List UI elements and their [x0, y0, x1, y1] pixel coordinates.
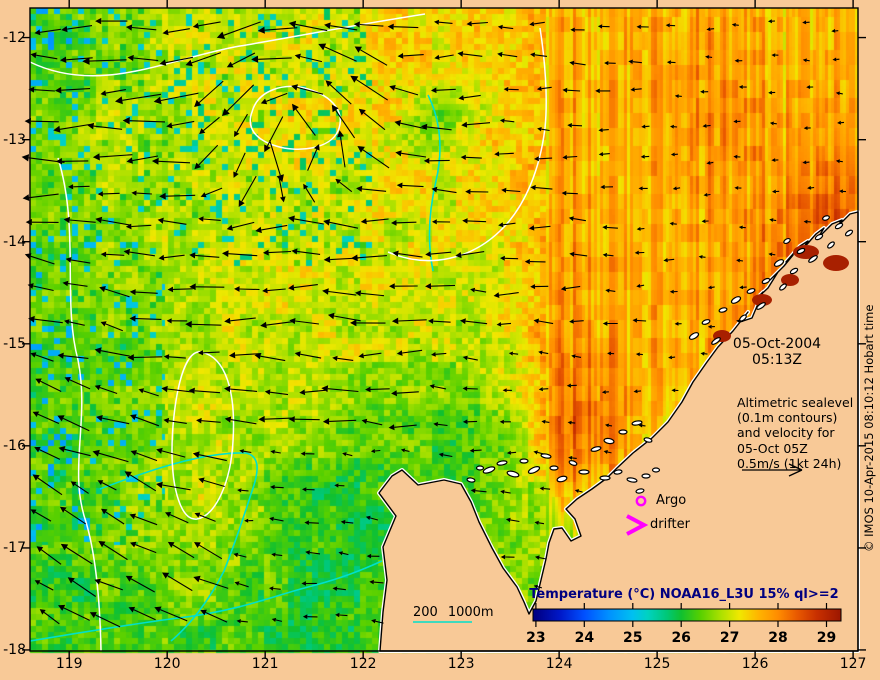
argo-label: Argo [656, 493, 687, 508]
datetime-annotation: 05-Oct-2004 05:13Z [701, 336, 853, 368]
legend-line: (0.1m contours) [737, 410, 838, 426]
datetime-date: 05-Oct-2004 [732, 336, 822, 352]
lat-tick-label: -15 [3, 335, 26, 352]
bathymetry-contours [29, 94, 441, 642]
lat-tick-label: -17 [3, 539, 26, 556]
lon-tick-label: 123 [447, 656, 475, 672]
altimetry-legend: Altimetric sealevel (0.1m contours) and … [737, 395, 867, 471]
lon-tick-label: 125 [643, 656, 671, 672]
sst-map-figure: 05-Oct-2004 05:13Z Altimetric sealevel (… [0, 0, 880, 680]
lon-tick-label: 126 [741, 656, 769, 672]
bathy-200-label: 200 [413, 605, 438, 620]
legend-line: 05-Oct 05Z [737, 440, 808, 456]
lat-tick-label: -18 [3, 641, 26, 658]
lon-tick-label: 120 [153, 656, 181, 672]
legend-line: Altimetric sealevel [737, 395, 854, 410]
lat-tick-label: -12 [3, 29, 26, 46]
colorbar-tick-label: 29 [816, 630, 837, 646]
lat-tick-label: -14 [3, 233, 26, 250]
colorbar-title: Temperature (°C) NOAA16_L3U 15% ql>=2 [529, 587, 839, 602]
bathymetry-legend: 200 1000m [413, 605, 504, 620]
colorbar-tick-label: 23 [526, 630, 546, 646]
legend-line: 0.5m/s (1kt 24h) [737, 455, 842, 471]
legend-line: and velocity for [737, 425, 835, 441]
copyright-text: © IMOS 10-Apr-2015 08:10:12 Hobart time [862, 304, 876, 552]
bathy-1000-label: 1000m [447, 605, 494, 620]
colorbar-tick-label: 26 [671, 630, 691, 646]
colorbar-tick-label: 25 [623, 630, 643, 646]
colorbar-tick-label: 27 [719, 630, 740, 646]
datetime-time: 05:13Z [752, 352, 802, 368]
lon-tick-label: 127 [839, 656, 867, 672]
lon-tick-label: 122 [349, 656, 377, 672]
lat-tick-label: -16 [3, 437, 26, 454]
lon-tick-label: 121 [251, 656, 279, 672]
colorbar-tick-label: 24 [574, 630, 595, 646]
colorbar-tick-label: 28 [768, 630, 788, 646]
drifter-label: drifter [650, 517, 690, 532]
lat-tick-label: -13 [3, 131, 26, 148]
lon-tick-label: 124 [545, 656, 573, 672]
lon-tick-label: 119 [55, 656, 83, 672]
